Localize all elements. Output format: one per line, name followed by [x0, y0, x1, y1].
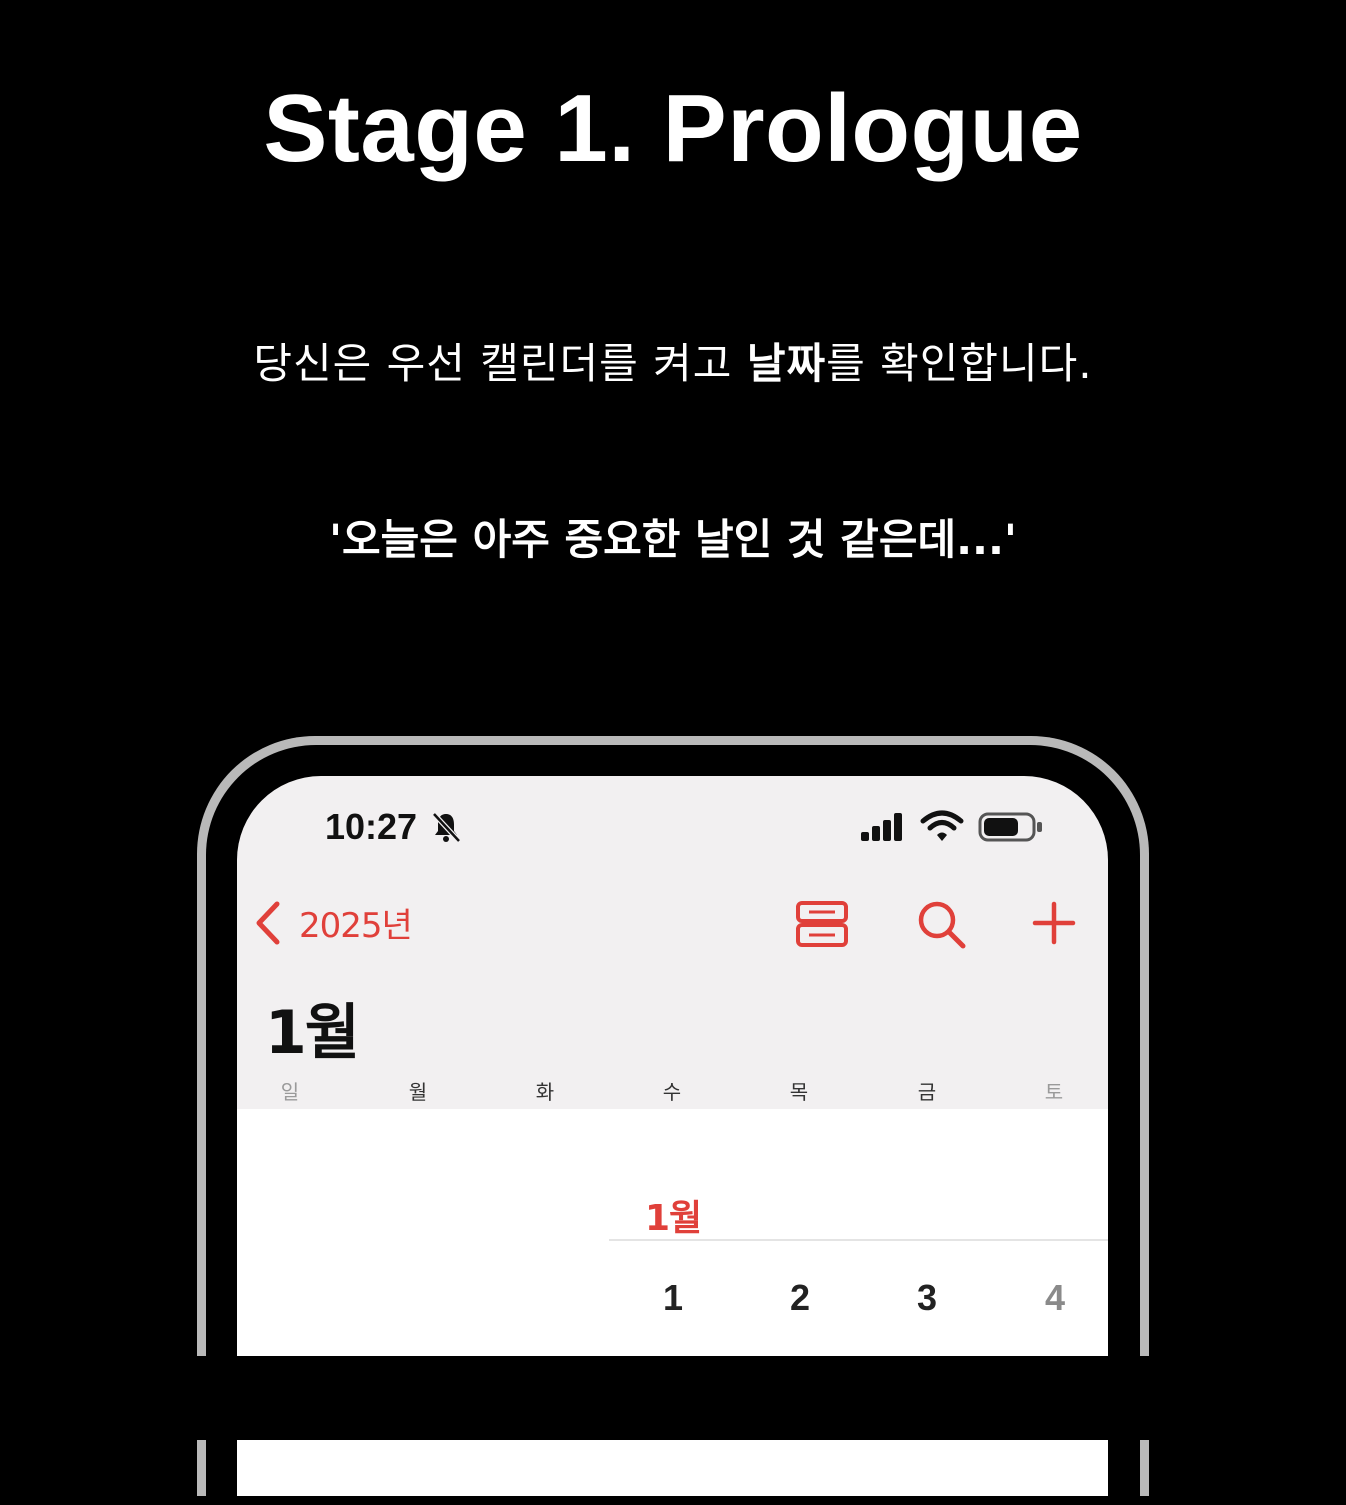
intro-text-bold: 날짜: [746, 339, 827, 388]
calendar-month-label: 1월: [645, 1198, 702, 1239]
calendar-list-icon[interactable]: [795, 900, 849, 948]
status-time: 10:27: [325, 806, 418, 847]
quote-text: '오늘은 아주 중요한 날인 것 같은데...': [329, 515, 1017, 564]
intro-text-end: 를 확인합니다.: [826, 339, 1093, 388]
weekday-wed: 수: [662, 1080, 682, 1104]
intro-text: 당신은 우선 캘린더를 켜고 날짜를 확인합니다.: [0, 336, 1346, 392]
weekday-sat: 토: [1044, 1080, 1064, 1104]
weekday-thu: 목: [789, 1080, 809, 1104]
back-year-label: 2025년: [299, 906, 413, 946]
back-button[interactable]: 2025년: [253, 898, 413, 947]
day-cell[interactable]: 1: [643, 1277, 703, 1319]
weekday-header: 일 월 화 수 목 금 토: [237, 1076, 1108, 1108]
wifi-icon: [920, 810, 964, 841]
bottom-crop: [0, 1356, 1346, 1440]
bell-slash-icon: [432, 812, 461, 843]
day-cell[interactable]: 2: [770, 1277, 830, 1319]
weekday-mon: 월: [408, 1080, 428, 1104]
signal-icon: [861, 813, 902, 841]
chevron-left-icon: [256, 901, 280, 944]
weekday-fri: 금: [917, 1080, 937, 1104]
search-icon[interactable]: [917, 900, 967, 950]
weekday-tue: 화: [535, 1080, 555, 1104]
day-cell[interactable]: 4: [1025, 1277, 1085, 1319]
battery-icon: [978, 812, 1042, 842]
add-icon[interactable]: [1031, 900, 1077, 946]
month-divider: [609, 1239, 1108, 1241]
intro-text-start: 당신은 우선 캘린더를 켜고: [253, 339, 747, 388]
day-cell[interactable]: 3: [897, 1277, 957, 1319]
weekday-sun: 일: [280, 1080, 300, 1104]
month-title: 1월: [265, 998, 360, 1068]
page-title: Stage 1. Prologue: [263, 75, 1083, 182]
